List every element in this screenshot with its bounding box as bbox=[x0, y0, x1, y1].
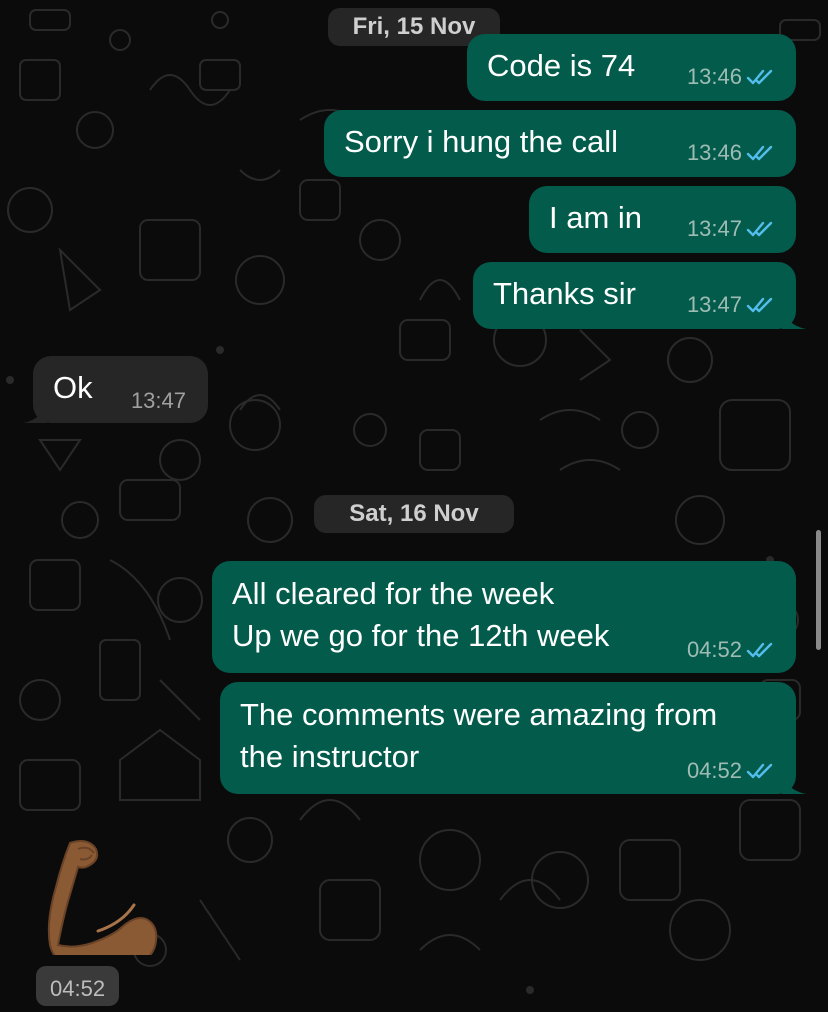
double-check-read-icon bbox=[746, 642, 773, 658]
message-bubble-outgoing[interactable]: I am in 13:47 bbox=[529, 186, 796, 253]
message-time: 13:47 bbox=[686, 292, 742, 317]
message-time: 13:46 bbox=[686, 140, 742, 165]
message-text: Ok bbox=[53, 370, 93, 405]
message-time: 13:47 bbox=[130, 388, 186, 413]
sticker-time: 04:52 bbox=[36, 966, 120, 1006]
message-time: 13:47 bbox=[686, 216, 742, 241]
double-check-read-icon bbox=[746, 69, 773, 85]
double-check-read-icon bbox=[746, 145, 773, 161]
message-text: Sorry i hung the call bbox=[344, 124, 618, 159]
message-text-line: the instructor bbox=[240, 739, 420, 774]
double-check-read-icon bbox=[746, 221, 773, 237]
message-text: I am in bbox=[549, 200, 643, 235]
message-bubble-incoming[interactable]: Ok 13:47 bbox=[23, 356, 208, 423]
message-bubble-outgoing[interactable]: All cleared for the week Up we go for th… bbox=[212, 561, 796, 673]
double-check-read-icon bbox=[746, 763, 773, 779]
bubble-tail bbox=[782, 772, 806, 794]
message-bubble-outgoing[interactable]: Thanks sir 13:47 bbox=[473, 262, 806, 329]
message-text-line: Up we go for the 12th week bbox=[232, 618, 610, 653]
message-bubble-outgoing[interactable]: The comments were amazing from the instr… bbox=[220, 682, 806, 794]
message-text: Code is 74 bbox=[487, 48, 636, 83]
bubble-tail bbox=[23, 401, 47, 423]
message-text: Thanks sir bbox=[493, 276, 636, 311]
date-divider: Sat, 16 Nov bbox=[314, 495, 514, 533]
flexed-biceps-sticker[interactable] bbox=[40, 835, 160, 955]
bubble-tail bbox=[782, 307, 806, 329]
message-text-line: All cleared for the week bbox=[232, 576, 555, 611]
message-bubble-outgoing[interactable]: Sorry i hung the call 13:46 bbox=[324, 110, 796, 177]
scrollbar[interactable] bbox=[816, 530, 821, 650]
message-bubble-outgoing[interactable]: Code is 74 13:46 bbox=[467, 34, 796, 101]
message-text-line: The comments were amazing from bbox=[240, 697, 718, 732]
message-time: 04:52 bbox=[686, 637, 742, 662]
message-time: 13:46 bbox=[686, 64, 742, 89]
message-time: 04:52 bbox=[686, 758, 742, 783]
double-check-read-icon bbox=[746, 297, 773, 313]
